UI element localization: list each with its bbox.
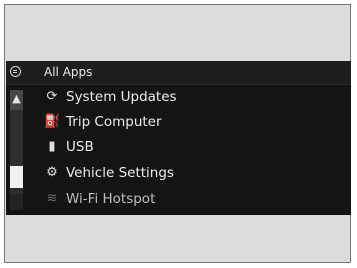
header-bar: All Apps <box>6 61 351 85</box>
scroll-up-button[interactable]: ▲ <box>10 90 23 110</box>
list-item-usb[interactable]: ▮ USB <box>44 136 344 158</box>
list-item-label: System Updates <box>66 89 177 105</box>
wifi-icon: ≋ <box>46 191 58 206</box>
scrollbar-thumb[interactable] <box>10 166 23 188</box>
list-item-label: Vehicle Settings <box>66 165 174 181</box>
scrollbar[interactable]: ▲ <box>10 90 23 210</box>
list-item-system-updates[interactable]: ⟳ System Updates <box>44 86 344 108</box>
list-item-label: USB <box>66 139 94 155</box>
list-item-wifi-hotspot[interactable]: ≋ Wi-Fi Hotspot <box>44 188 344 210</box>
page-title: All Apps <box>44 65 93 79</box>
scroll-down-button[interactable] <box>10 194 23 210</box>
refresh-icon: ⟳ <box>46 89 58 104</box>
fuel-gauge-icon: ⛽ <box>44 114 61 129</box>
all-apps-screen: All Apps ▲ ⟳ System Updates ⛽ Trip Compu… <box>6 61 351 215</box>
list-item-trip-computer[interactable]: ⛽ Trip Computer <box>44 111 344 133</box>
list-item-vehicle-settings[interactable]: ⚙ Vehicle Settings <box>44 162 344 184</box>
car-settings-icon: ⚙ <box>46 165 58 180</box>
list-item-label: Trip Computer <box>66 114 162 130</box>
list-item-label: Wi-Fi Hotspot <box>66 191 156 207</box>
menu-circle-icon[interactable] <box>10 66 21 77</box>
usb-icon: ▮ <box>48 139 56 154</box>
